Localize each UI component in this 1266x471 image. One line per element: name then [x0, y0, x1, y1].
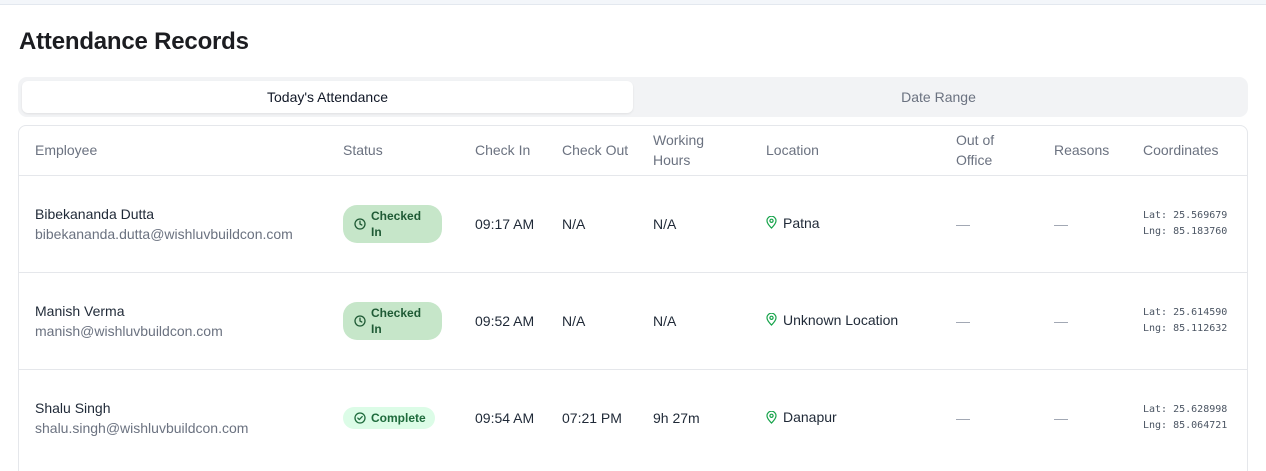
- employee-cell: Shalu Singh shalu.singh@wishluvbuildcon.…: [19, 369, 327, 466]
- out-of-office-cell: —: [956, 409, 970, 426]
- check-out-cell: N/A: [562, 312, 586, 329]
- column-header-check-in[interactable]: Check In: [459, 126, 546, 175]
- attendance-table: Employee Status Check In Check Out Worki…: [18, 125, 1248, 471]
- working-hours-cell: N/A: [653, 215, 677, 232]
- latitude-value: Lat: 25.614590: [1143, 306, 1228, 318]
- table-row[interactable]: Shalu Singh shalu.singh@wishluvbuildcon.…: [19, 369, 1247, 466]
- out-of-office-cell: —: [956, 312, 970, 329]
- column-header-location[interactable]: Location: [750, 126, 940, 175]
- table-header-row: Employee Status Check In Check Out Worki…: [19, 126, 1247, 175]
- location-label: Unknown Location: [783, 311, 899, 328]
- column-header-out-of-office[interactable]: Out of Office: [940, 126, 1038, 175]
- working-hours-cell: 9h 27m: [653, 409, 700, 426]
- check-in-cell: 09:17 AM: [475, 215, 535, 232]
- status-cell: Checked In: [327, 272, 459, 369]
- column-header-status[interactable]: Status: [327, 126, 459, 175]
- clock-icon: [354, 314, 366, 327]
- employee-name: Shalu Singh: [35, 399, 111, 416]
- page-title: Attendance Records: [19, 28, 249, 55]
- check-out-cell: 07:21 PM: [562, 409, 622, 426]
- longitude-value: Lng: 85.112632: [1143, 322, 1228, 334]
- location-value: Unknown Location: [766, 310, 898, 330]
- map-pin-icon: [766, 313, 777, 327]
- status-cell: Complete: [327, 369, 459, 466]
- location-label: Patna: [783, 214, 820, 231]
- status-cell: Checked In: [327, 175, 459, 272]
- location-cell: Patna: [750, 175, 940, 272]
- check-in-cell: 09:54 AM: [475, 409, 535, 426]
- tab-date-range[interactable]: Date Range: [633, 81, 1244, 113]
- employee-cell: Bibekananda Dutta bibekananda.dutta@wish…: [19, 175, 327, 272]
- latitude-value: Lat: 25.569679: [1143, 209, 1228, 221]
- location-value: Danapur: [766, 407, 837, 427]
- status-badge: Complete: [343, 406, 435, 429]
- status-badge-label: Complete: [371, 410, 426, 425]
- column-header-employee[interactable]: Employee: [19, 126, 327, 175]
- employee-email: manish@wishluvbuildcon.com: [35, 322, 223, 339]
- map-pin-icon: [766, 410, 777, 424]
- coordinates-cell: Lat: 25.569679 Lng: 85.183760: [1127, 175, 1247, 272]
- employee-name: Bibekananda Dutta: [35, 205, 155, 222]
- top-bar-edge: [0, 0, 1266, 5]
- reasons-cell: —: [1054, 312, 1068, 329]
- reasons-cell: —: [1054, 215, 1068, 232]
- out-of-office-cell: —: [956, 215, 970, 232]
- table-row[interactable]: Manish Verma manish@wishluvbuildcon.com …: [19, 272, 1247, 369]
- check-in-cell: 09:52 AM: [475, 312, 535, 329]
- longitude-value: Lng: 85.064721: [1143, 419, 1228, 431]
- working-hours-cell: N/A: [653, 312, 677, 329]
- reasons-cell: —: [1054, 409, 1068, 426]
- column-header-working-hours[interactable]: Working Hours: [637, 126, 750, 175]
- attendance-tabs: Today's Attendance Date Range: [18, 77, 1248, 117]
- table-row[interactable]: Bibekananda Dutta bibekananda.dutta@wish…: [19, 175, 1247, 272]
- status-badge-label: Checked In: [371, 305, 422, 336]
- status-badge: Checked In: [343, 204, 442, 243]
- column-header-coordinates[interactable]: Coordinates: [1127, 126, 1247, 175]
- employee-name: Manish Verma: [35, 302, 125, 319]
- status-badge: Checked In: [343, 301, 442, 340]
- location-cell: Unknown Location: [750, 272, 940, 369]
- employee-email: shalu.singh@wishluvbuildcon.com: [35, 419, 249, 436]
- latitude-value: Lat: 25.628998: [1143, 403, 1228, 415]
- status-badge-label: Checked In: [371, 208, 422, 239]
- location-label: Danapur: [783, 409, 837, 425]
- check-out-cell: N/A: [562, 215, 586, 232]
- location-cell: Danapur: [750, 369, 940, 466]
- employee-cell: Manish Verma manish@wishluvbuildcon.com: [19, 272, 327, 369]
- check-circle-icon: [354, 412, 366, 424]
- tab-todays-attendance[interactable]: Today's Attendance: [22, 81, 633, 113]
- column-header-reasons[interactable]: Reasons: [1038, 126, 1127, 175]
- coordinates-cell: Lat: 25.628998 Lng: 85.064721: [1127, 369, 1247, 466]
- longitude-value: Lng: 85.183760: [1143, 225, 1228, 237]
- map-pin-icon: [766, 216, 777, 230]
- coordinates-cell: Lat: 25.614590 Lng: 85.112632: [1127, 272, 1247, 369]
- clock-icon: [354, 217, 366, 230]
- location-value: Patna: [766, 213, 820, 233]
- column-header-check-out[interactable]: Check Out: [546, 126, 637, 175]
- employee-email: bibekananda.dutta@wishluvbuildcon.com: [35, 225, 293, 242]
